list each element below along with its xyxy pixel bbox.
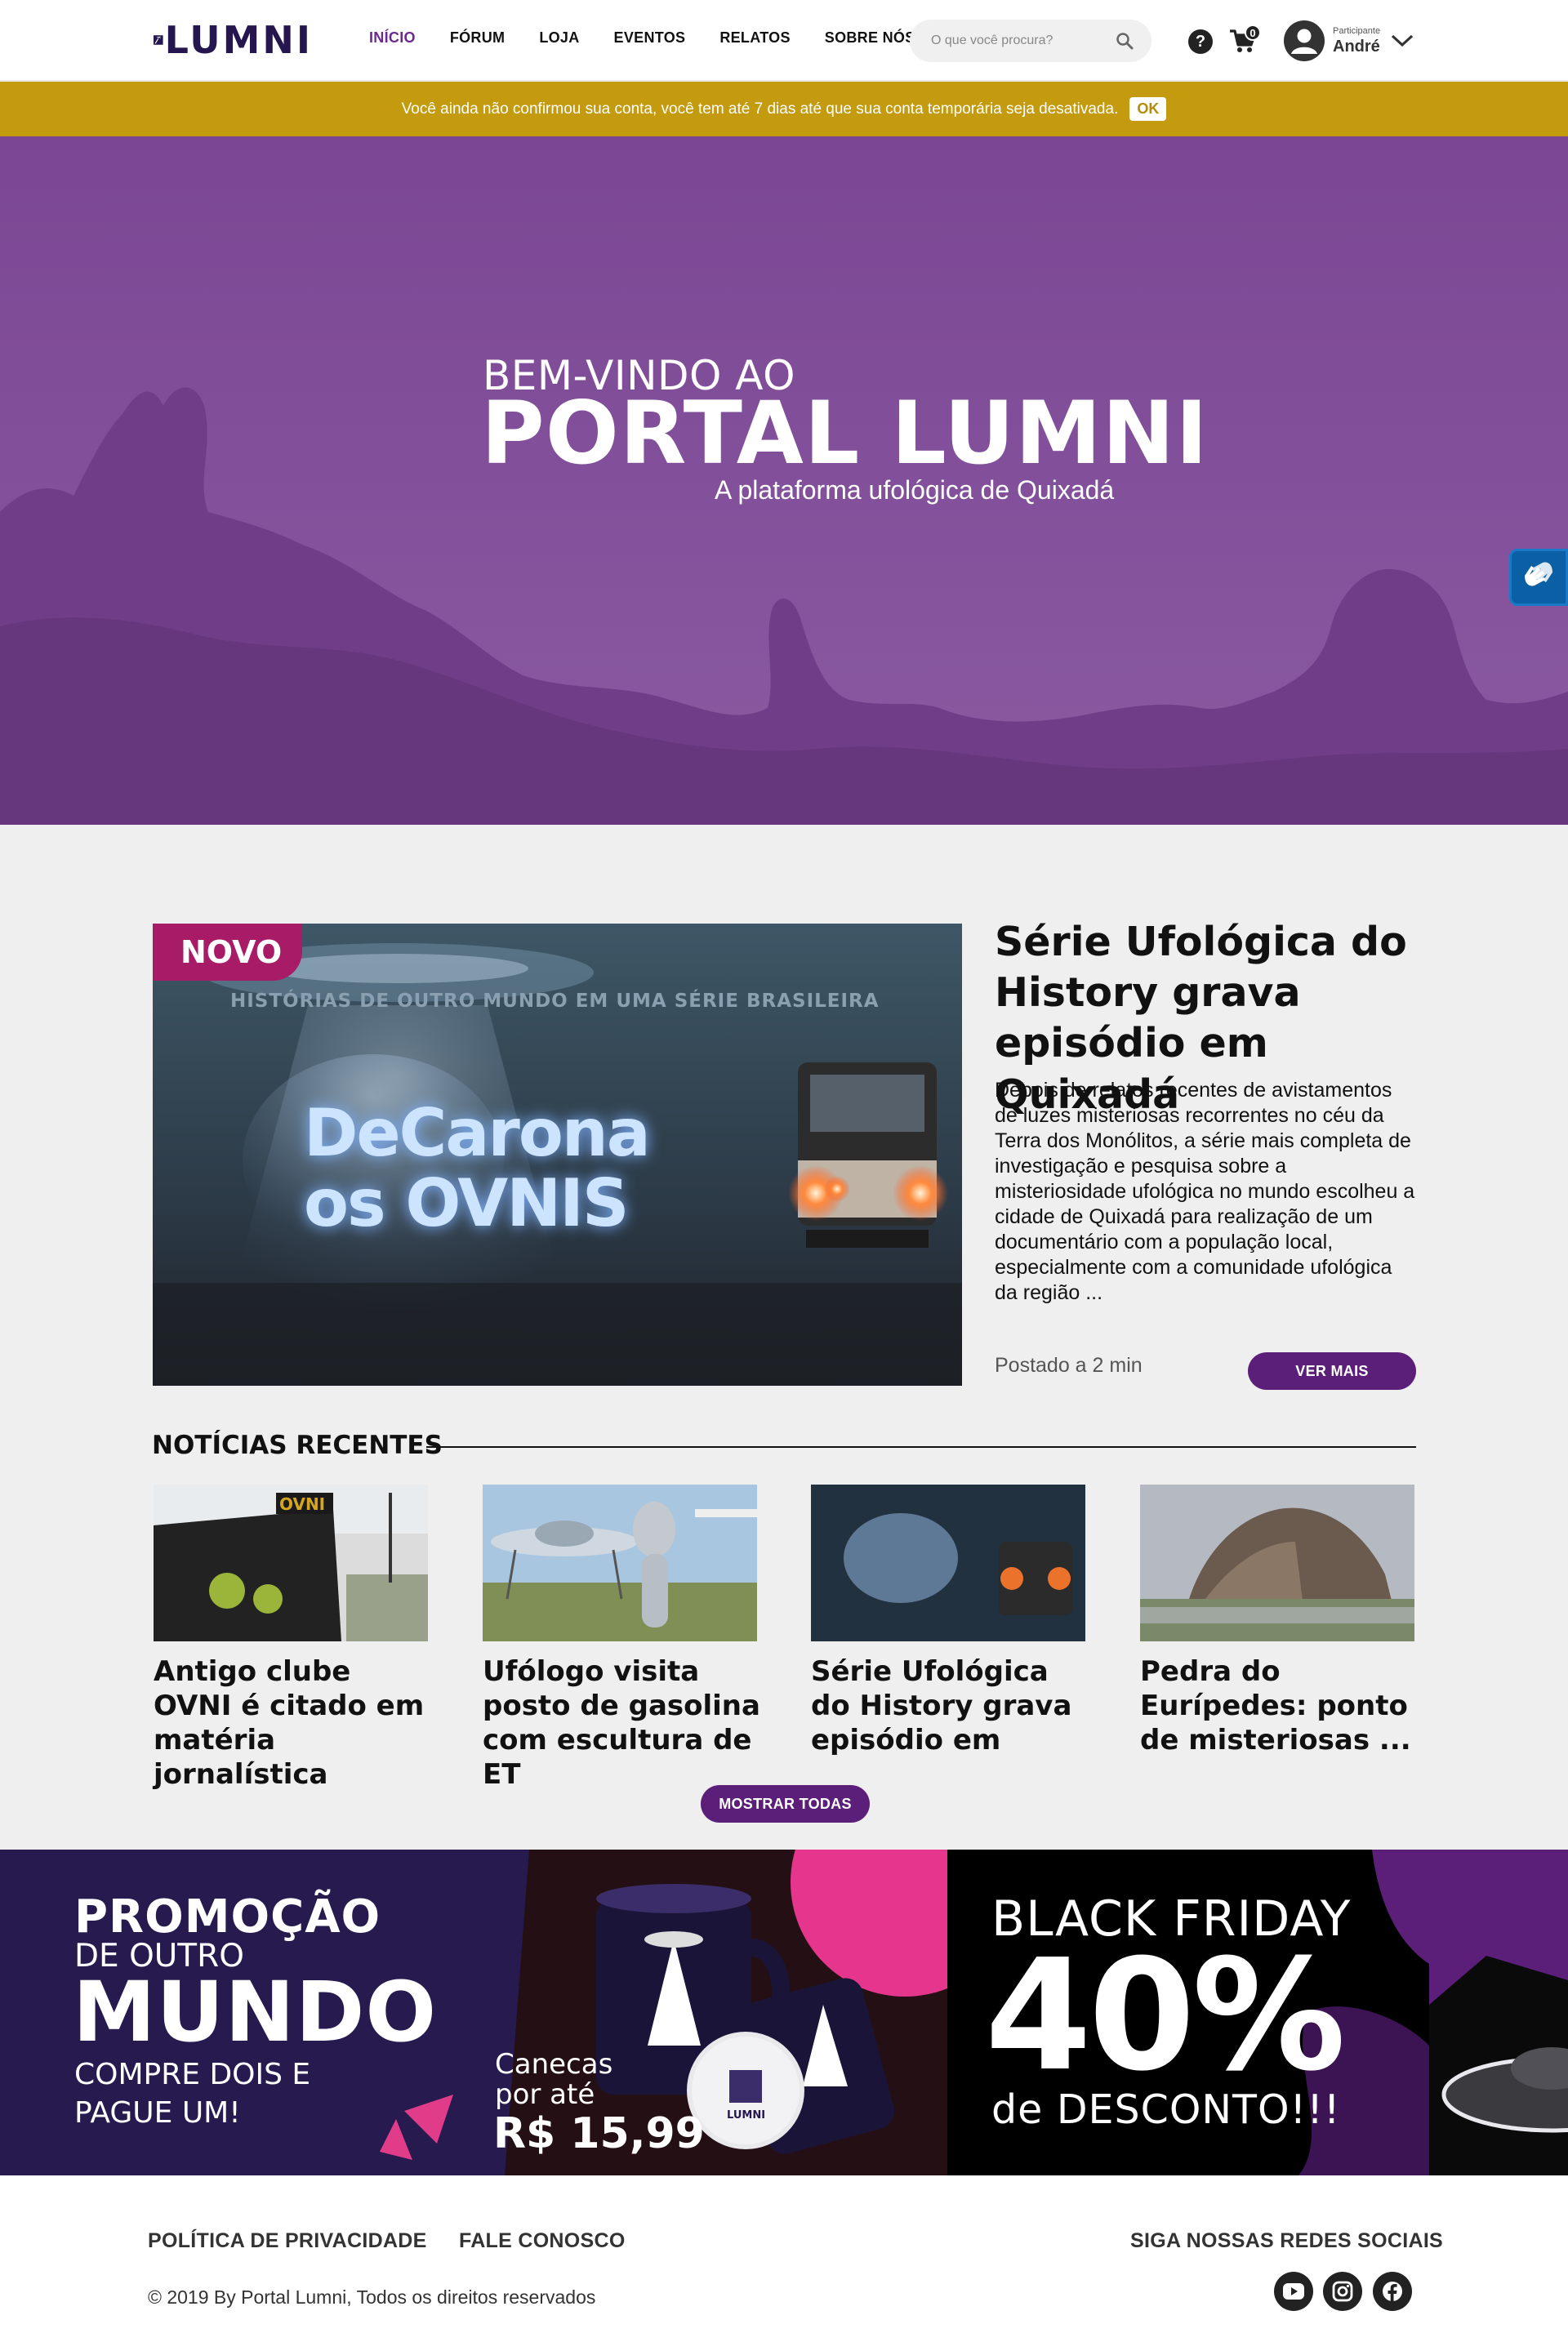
privacy-policy-link[interactable]: POLÍTICA DE PRIVACIDADE	[148, 2229, 427, 2253]
account-alert-bar: Você ainda não confirmou sua conta, você…	[0, 82, 1568, 136]
news-card-image[interactable]	[1140, 1485, 1414, 1641]
accessibility-widget[interactable]	[1509, 549, 1568, 606]
user-menu[interactable]: Participante André	[1284, 20, 1414, 62]
cart-button[interactable]: 0	[1227, 24, 1261, 56]
nav-forum[interactable]: FÓRUM	[450, 29, 506, 47]
help-icon[interactable]: ?	[1188, 29, 1213, 54]
club-sign-text: OVNI	[279, 1494, 326, 1514]
hero-banner: BEM-VINDO AO PORTAL LUMNI A plataforma u…	[0, 136, 1568, 825]
news-card-image[interactable]	[483, 1485, 757, 1641]
mug-offer-text: Canecas por até	[495, 2048, 613, 2111]
nav-sobre-nos[interactable]: SOBRE NÓS	[825, 29, 915, 47]
user-icon	[1285, 21, 1324, 60]
image-title-line-2: os OVNIS	[304, 1165, 630, 1241]
featured-article-image[interactable]: NOVO HISTÓRIAS DE OUTRO MUNDO EM UMA SÉR…	[153, 924, 962, 1386]
nav-eventos[interactable]: EVENTOS	[614, 29, 686, 47]
image-title-line-1: DeCarona	[304, 1095, 651, 1171]
bf-percent: 40%	[985, 1926, 1346, 2105]
chevron-down-icon[interactable]	[1390, 33, 1414, 49]
et-statue-photo	[483, 1485, 757, 1641]
avatar	[1284, 20, 1325, 61]
new-badge: NOVO	[153, 924, 302, 981]
featured-body: Depois de relatos recentes de avistament…	[995, 1079, 1415, 1304]
news-card-title[interactable]: Pedra do Eurípedes: ponto de misteriosas…	[1140, 1654, 1422, 1757]
show-all-button[interactable]: MOSTRAR TODAS	[701, 1785, 870, 1823]
bf-discount: de DESCONTO!!!	[991, 2086, 1341, 2133]
site-logo[interactable]: LUMNI	[154, 20, 313, 60]
news-card-image[interactable]: OVNI	[154, 1485, 428, 1641]
youtube-icon[interactable]	[1274, 2272, 1313, 2311]
social-heading: SIGA NOSSAS REDES SOCIAIS	[1130, 2229, 1444, 2252]
nav-relatos[interactable]: RELATOS	[719, 29, 790, 47]
ver-mais-button[interactable]: VER MAIS	[1248, 1352, 1416, 1390]
facebook-icon[interactable]	[1373, 2272, 1412, 2311]
featured-posted-time: Postado a 2 min	[995, 1354, 1143, 1377]
logo-text: LUMNI	[164, 18, 313, 62]
cart-count-badge: 0	[1245, 24, 1261, 41]
alert-ok-button[interactable]: OK	[1129, 97, 1167, 121]
promo-banner[interactable]: PROMOÇÃO DE OUTRO MUNDO COMPRE DOIS E PA…	[0, 1850, 1568, 2175]
alert-text: Você ainda não confirmou sua conta, você…	[401, 100, 1119, 118]
site-header: LUMNI INÍCIO FÓRUM LOJA EVENTOS RELATOS …	[0, 0, 1568, 81]
news-card-title[interactable]: Série Ufológica do History grava episódi…	[811, 1654, 1093, 1757]
search-box	[910, 20, 1152, 62]
series-thumbnail	[811, 1485, 1085, 1641]
nav-inicio[interactable]: INÍCIO	[369, 29, 416, 47]
lumni-logo-icon	[154, 35, 163, 45]
hero-subtitle: A plataforma ufológica de Quixadá	[715, 475, 1115, 505]
mug-logo-text: LUMNI	[727, 2109, 766, 2122]
user-role: Participante	[1333, 26, 1381, 36]
heading-divider	[426, 1446, 1416, 1448]
promo-line-1: PROMOÇÃO	[74, 1890, 381, 1944]
news-card-title[interactable]: Ufólogo visita posto de gasolina com esc…	[483, 1654, 764, 1792]
promo-black-friday: BLACK FRIDAY 40% de DESCONTO!!!	[947, 1850, 1429, 2175]
nav-loja[interactable]: LOJA	[539, 29, 579, 47]
promo-arrow-shape	[380, 2095, 453, 2160]
user-info: Participante André	[1333, 26, 1381, 56]
mug-price: R$ 15,99	[493, 2109, 705, 2158]
main-nav: INÍCIO FÓRUM LOJA EVENTOS RELATOS SOBRE …	[369, 29, 950, 47]
news-card-image[interactable]	[811, 1485, 1085, 1641]
copyright-text: © 2019 By Portal Lumni, Todos os direito…	[148, 2286, 596, 2308]
image-overline: HISTÓRIAS DE OUTRO MUNDO EM UMA SÉRIE BR…	[230, 991, 880, 1012]
user-name: André	[1333, 38, 1380, 56]
instagram-icon[interactable]	[1323, 2272, 1362, 2311]
recent-news-heading: NOTÍCIAS RECENTES	[152, 1431, 443, 1460]
promo-line-3: MUNDO	[73, 1964, 438, 2061]
sign-language-icon	[1525, 562, 1552, 586]
search-input[interactable]	[931, 33, 1116, 48]
search-icon[interactable]	[1116, 32, 1134, 50]
ufo-illustration	[1429, 1850, 1568, 2175]
promo-ufo	[1429, 1850, 1568, 2175]
hero-title: PORTAL LUMNI	[481, 383, 1209, 483]
pedra-euripedes-photo	[1140, 1485, 1414, 1641]
promo-outro-mundo: PROMOÇÃO DE OUTRO MUNDO COMPRE DOIS E PA…	[0, 1850, 506, 2175]
news-card-title[interactable]: Antigo clube OVNI é citado em matéria jo…	[154, 1654, 435, 1792]
contact-link[interactable]: FALE CONOSCO	[459, 2229, 626, 2253]
promo-line-4: COMPRE DOIS E PAGUE UM!	[74, 2058, 311, 2130]
site-footer: POLÍTICA DE PRIVACIDADE FALE CONOSCO © 2…	[0, 2175, 1568, 2342]
